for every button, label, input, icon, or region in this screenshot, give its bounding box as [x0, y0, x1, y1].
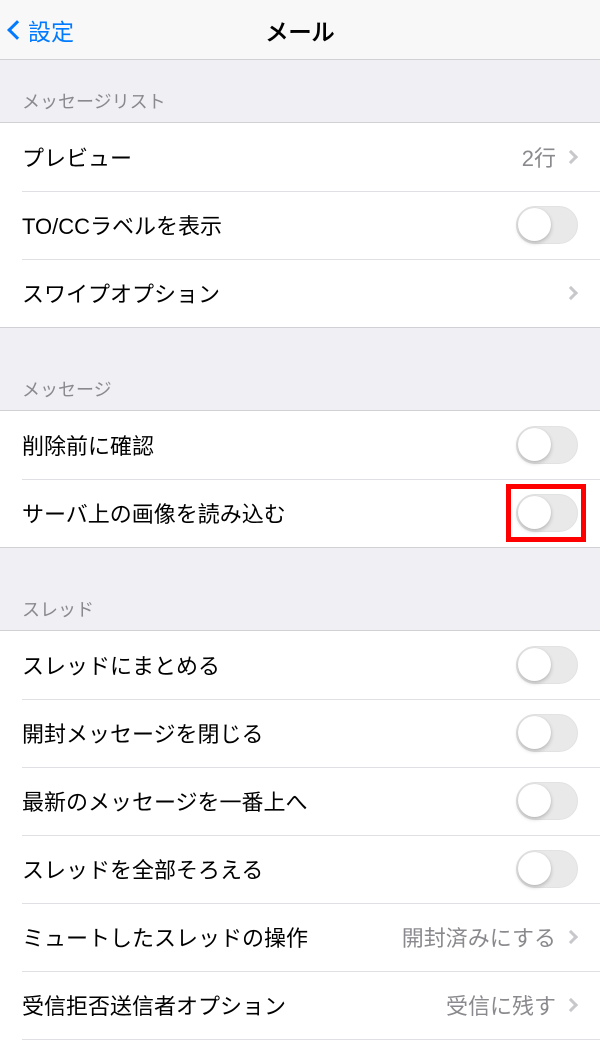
toggle-confirm-delete[interactable]: [516, 426, 578, 464]
toggle-tocc[interactable]: [516, 206, 578, 244]
toggle-load-remote-images[interactable]: [516, 494, 578, 532]
row-muted-value: 開封済みにする: [402, 921, 556, 953]
row-preview-value: 2行: [522, 141, 556, 173]
row-confirm-delete-label: 削除前に確認: [22, 429, 516, 461]
row-muted-thread-action[interactable]: ミュートしたスレッドの操作 開封済みにする: [0, 903, 600, 971]
toggle-complete-threads[interactable]: [516, 850, 578, 888]
chevron-right-icon: [564, 286, 578, 300]
row-complete-threads: スレッドを全部そろえる: [0, 835, 600, 903]
row-swipe-options[interactable]: スワイプオプション: [0, 259, 600, 327]
row-blocked-sender-label: 受信拒否送信者オプション: [22, 989, 446, 1021]
row-recent-on-top-label: 最新のメッセージを一番上へ: [22, 785, 516, 817]
chevron-right-icon: [564, 930, 578, 944]
toggle-group-by-thread[interactable]: [516, 646, 578, 684]
chevron-left-icon: [7, 20, 27, 40]
section-header-message: メッセージ: [0, 328, 600, 410]
chevron-right-icon: [564, 150, 578, 164]
row-preview-label: プレビュー: [22, 141, 522, 173]
navbar: 設定 メール: [0, 0, 600, 60]
toggle-recent-on-top[interactable]: [516, 782, 578, 820]
group-thread: スレッドにまとめる 開封メッセージを閉じる 最新のメッセージを一番上へ スレッド…: [0, 630, 600, 1043]
page-title: メール: [266, 13, 335, 47]
row-group-by-thread: スレッドにまとめる: [0, 631, 600, 699]
row-tocc-label: TO/CCラベルを表示: [0, 191, 600, 259]
row-preview[interactable]: プレビュー 2行: [0, 123, 600, 191]
row-load-remote-images: サーバ上の画像を読み込む: [0, 479, 600, 547]
row-collapse-read: 開封メッセージを閉じる: [0, 699, 600, 767]
row-recent-on-top: 最新のメッセージを一番上へ: [0, 767, 600, 835]
row-muted-label: ミュートしたスレッドの操作: [22, 921, 402, 953]
toggle-collapse-read[interactable]: [516, 714, 578, 752]
section-header-thread: スレッド: [0, 548, 600, 630]
row-complete-threads-label: スレッドを全部そろえる: [22, 853, 516, 885]
row-confirm-delete: 削除前に確認: [0, 411, 600, 479]
back-label: 設定: [28, 13, 74, 47]
row-load-remote-label: サーバ上の画像を読み込む: [22, 497, 516, 529]
row-blocked-settings[interactable]: 受信拒否設定: [0, 1039, 600, 1043]
row-swipe-label: スワイプオプション: [22, 277, 566, 309]
section-header-message-list: メッセージリスト: [0, 60, 600, 122]
row-tocc-label-text: TO/CCラベルを表示: [22, 209, 516, 241]
row-blocked-sender-options[interactable]: 受信拒否送信者オプション 受信に残す: [0, 971, 600, 1039]
row-collapse-read-label: 開封メッセージを閉じる: [22, 717, 516, 749]
back-button[interactable]: 設定: [10, 13, 74, 47]
chevron-right-icon: [564, 998, 578, 1012]
row-blocked-sender-value: 受信に残す: [446, 989, 556, 1021]
group-message-list: プレビュー 2行 TO/CCラベルを表示 スワイプオプション: [0, 122, 600, 328]
row-group-by-thread-label: スレッドにまとめる: [22, 649, 516, 681]
group-message: 削除前に確認 サーバ上の画像を読み込む: [0, 410, 600, 548]
